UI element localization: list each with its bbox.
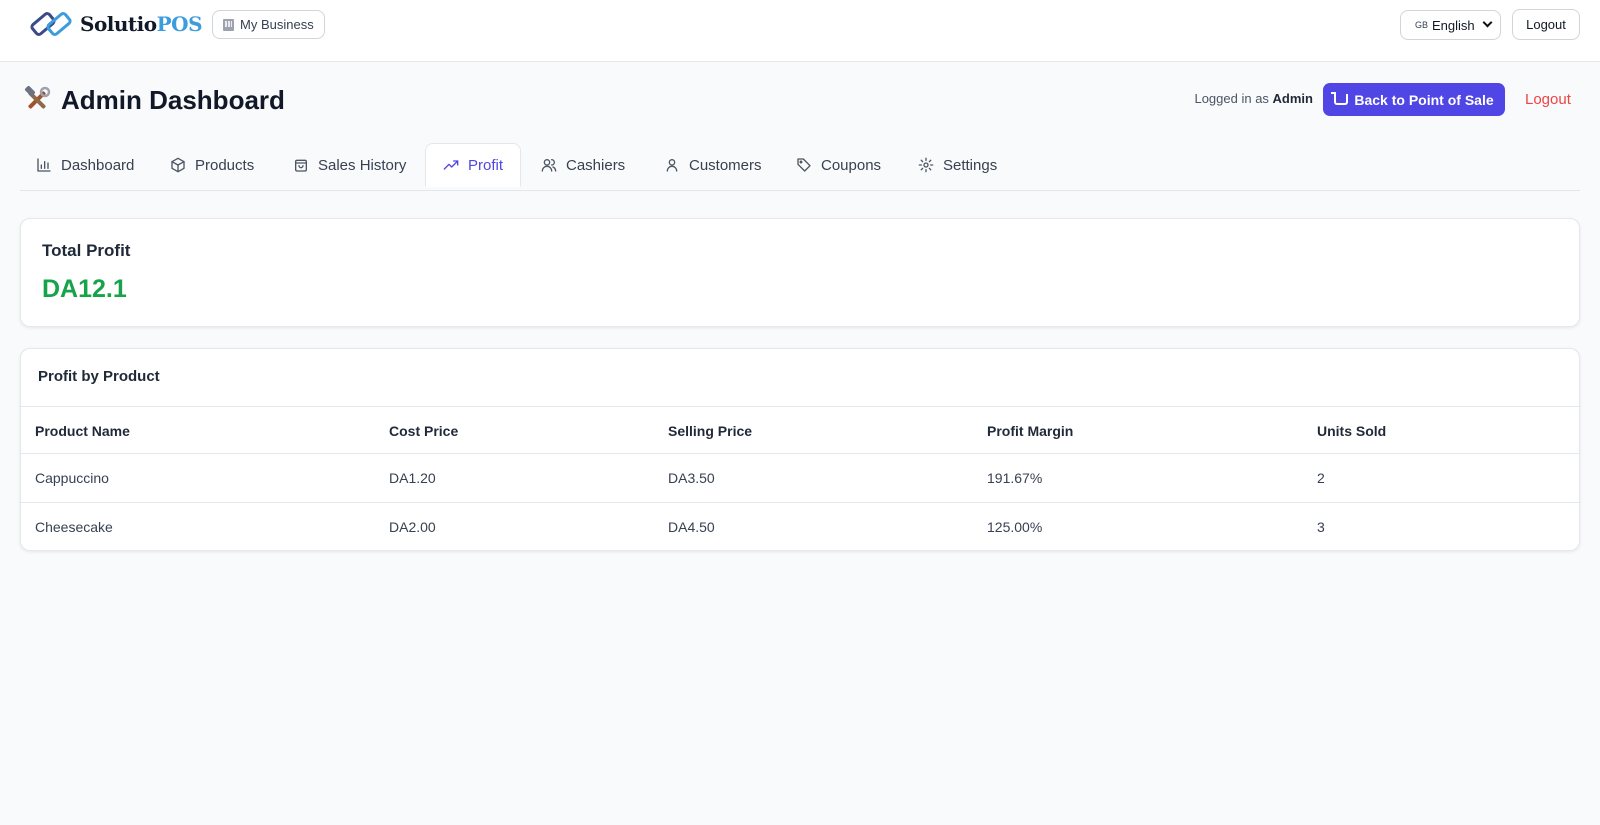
tools-icon	[24, 85, 51, 109]
selling-price-cell: DA4.50	[668, 519, 715, 535]
total-profit-card: Total Profit DA12.1	[20, 218, 1580, 327]
cart-icon	[1331, 92, 1349, 105]
trending-up-icon	[443, 160, 459, 170]
tab-settings[interactable]: Settings	[918, 143, 997, 187]
column-header: Profit Margin	[987, 423, 1074, 439]
users-icon	[541, 159, 557, 172]
selling-price-cell: DA3.50	[668, 470, 715, 486]
logged-in-prefix: Logged in as	[1194, 91, 1269, 106]
cost-price-cell: DA2.00	[389, 519, 436, 535]
package-icon	[171, 157, 185, 173]
shopping-bag-icon	[295, 159, 307, 172]
flag-icon: GB	[1415, 20, 1429, 30]
table-header: Product Name Cost Price Selling Price Pr…	[21, 406, 1579, 454]
language-selected: English	[1432, 17, 1475, 33]
tab-sales-history[interactable]: Sales History	[293, 143, 406, 187]
tab-label: Profit	[468, 156, 504, 174]
profit-margin-cell: 125.00%	[987, 519, 1043, 535]
logged-in-user: Admin	[1272, 91, 1313, 106]
app-logo[interactable]: SolutioPOS	[28, 8, 203, 40]
logo-text-part2: POS	[156, 12, 203, 36]
column-header: Cost Price	[389, 423, 459, 439]
back-to-pos-label: Back to Point of Sale	[1354, 91, 1494, 108]
tab-label: Settings	[943, 156, 998, 174]
top-logout-button[interactable]: Logout	[1512, 9, 1580, 40]
units-sold-cell: 3	[1317, 519, 1325, 535]
units-sold-cell: 2	[1317, 470, 1325, 486]
table-row: Cheesecake DA2.00 DA4.50 125.00% 3	[21, 502, 1579, 550]
tab-cashiers[interactable]: Cashiers	[541, 143, 625, 187]
logged-in-status: Logged in as Admin	[1194, 91, 1313, 107]
tab-dashboard[interactable]: Dashboard	[36, 143, 134, 187]
user-icon	[666, 159, 678, 172]
tab-customers[interactable]: Customers	[664, 143, 762, 187]
profit-margin-cell: 191.67%	[987, 470, 1043, 486]
column-header: Product Name	[35, 423, 130, 439]
column-header: Selling Price	[668, 423, 753, 439]
tab-coupons[interactable]: Coupons	[796, 143, 881, 187]
tab-label: Dashboard	[61, 156, 135, 174]
tab-label: Sales History	[318, 156, 407, 174]
my-business-label: My Business	[240, 17, 314, 32]
product-name-cell: Cheesecake	[35, 519, 113, 535]
language-select[interactable]: GB English	[1400, 10, 1501, 40]
tag-icon	[797, 158, 811, 172]
logo-icon	[30, 12, 72, 36]
total-profit-value: DA12.1	[42, 275, 127, 303]
bar-chart-icon	[37, 158, 51, 172]
building-icon	[223, 18, 234, 31]
table-title: Profit by Product	[38, 368, 160, 385]
logo-text-part1: Solutio	[80, 12, 157, 36]
tab-profit[interactable]: Profit	[425, 143, 522, 187]
tab-label: Customers	[689, 156, 762, 174]
tab-label: Products	[195, 156, 255, 174]
total-profit-label: Total Profit	[42, 241, 131, 260]
chevron-down-icon	[1482, 17, 1493, 28]
top-bar: SolutioPOS My Business GB English Logout	[0, 0, 1600, 62]
my-business-button[interactable]: My Business	[212, 10, 325, 39]
gear-icon	[918, 157, 934, 173]
page-title: Admin Dashboard	[61, 85, 285, 115]
back-to-pos-button[interactable]: Back to Point of Sale	[1323, 83, 1505, 116]
tab-label: Cashiers	[566, 156, 626, 174]
tab-products[interactable]: Products	[170, 143, 254, 187]
column-header: Units Sold	[1317, 423, 1387, 439]
profit-by-product-card: Profit by Product Product Name Cost Pric…	[20, 348, 1580, 551]
admin-tabs: Dashboard Products Sales History Profit …	[20, 143, 1580, 191]
table-row: Cappuccino DA1.20 DA3.50 191.67% 2	[21, 454, 1579, 502]
cost-price-cell: DA1.20	[389, 470, 436, 486]
header-logout-link[interactable]: Logout	[1525, 90, 1571, 110]
product-name-cell: Cappuccino	[35, 470, 109, 486]
tab-label: Coupons	[821, 156, 882, 174]
